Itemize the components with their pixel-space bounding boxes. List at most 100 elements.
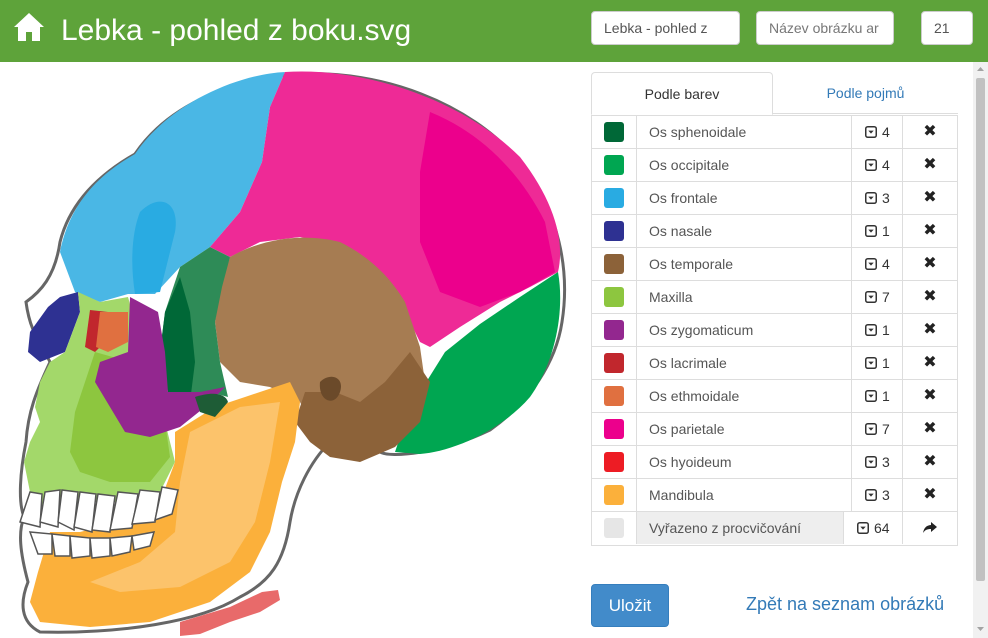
term-name-field[interactable]: Os occipitale	[637, 149, 852, 181]
term-name-field[interactable]: Os nasale	[637, 215, 852, 247]
term-count: 7	[882, 289, 890, 305]
remove-button[interactable]: ✖	[903, 347, 957, 379]
term-name-field[interactable]: Os frontale	[637, 182, 852, 214]
caret-square-down-icon	[865, 126, 877, 138]
home-icon[interactable]	[12, 10, 46, 44]
close-icon: ✖	[923, 189, 937, 206]
term-name-field[interactable]: Mandibula	[637, 479, 852, 511]
remove-button[interactable]: ✖	[903, 149, 957, 181]
remove-button[interactable]: ✖	[903, 413, 957, 445]
color-swatch[interactable]	[604, 386, 624, 406]
remove-button[interactable]: ✖	[903, 380, 957, 412]
vertical-scrollbar[interactable]	[973, 62, 988, 638]
legend-row: Os nasale 1 ✖	[592, 215, 957, 248]
term-count: 3	[882, 190, 890, 206]
term-count-input[interactable]	[921, 11, 973, 45]
caret-square-down-icon	[865, 390, 877, 402]
color-swatch[interactable]	[604, 485, 624, 505]
color-cell	[592, 281, 637, 313]
color-cell	[592, 512, 637, 544]
legend-row: Os ethmoidale 1 ✖	[592, 380, 957, 413]
close-icon: ✖	[923, 321, 937, 338]
term-count-dropdown[interactable]: 7	[852, 281, 903, 313]
color-cell	[592, 446, 637, 478]
term-count: 1	[882, 355, 890, 371]
scroll-up-arrow-icon[interactable]	[973, 62, 988, 76]
term-name-field[interactable]: Os temporale	[637, 248, 852, 280]
term-name-field[interactable]: Os sphenoidale	[637, 116, 852, 148]
term-count-dropdown[interactable]: 3	[852, 446, 903, 478]
term-count: 3	[882, 454, 890, 470]
color-swatch[interactable]	[604, 221, 624, 241]
color-swatch[interactable]	[604, 188, 624, 208]
caret-square-down-icon	[857, 522, 869, 534]
term-name-field[interactable]: Os hyoideum	[637, 446, 852, 478]
remove-button[interactable]: ✖	[903, 116, 957, 148]
term-count-dropdown[interactable]: 4	[852, 248, 903, 280]
color-swatch[interactable]	[604, 419, 624, 439]
term-count-dropdown[interactable]: 4	[852, 149, 903, 181]
term-name-field[interactable]: Os parietale	[637, 413, 852, 445]
close-icon: ✖	[923, 156, 937, 173]
term-name-field[interactable]: Maxilla	[637, 281, 852, 313]
legend-row: Os hyoideum 3 ✖	[592, 446, 957, 479]
image-name-input[interactable]	[591, 11, 740, 45]
scrollbar-thumb[interactable]	[976, 78, 985, 581]
image-description-input[interactable]	[756, 11, 894, 45]
term-count: 3	[882, 487, 890, 503]
term-name-field[interactable]: Os ethmoidale	[637, 380, 852, 412]
term-count-dropdown[interactable]: 1	[852, 380, 903, 412]
tab-by-color[interactable]: Podle barev	[591, 72, 773, 115]
tab-by-term[interactable]: Podle pojmů	[773, 72, 958, 114]
caret-square-down-icon	[865, 258, 877, 270]
remove-button[interactable]: ✖	[903, 479, 957, 511]
color-swatch[interactable]	[604, 287, 624, 307]
color-swatch[interactable]	[604, 155, 624, 175]
term-name-field[interactable]: Os lacrimale	[637, 347, 852, 379]
remove-button[interactable]: ✖	[903, 281, 957, 313]
close-icon: ✖	[923, 453, 937, 470]
close-icon: ✖	[923, 354, 937, 371]
remove-button[interactable]: ✖	[903, 215, 957, 247]
close-icon: ✖	[923, 123, 937, 140]
term-count-dropdown[interactable]: 3	[852, 479, 903, 511]
color-swatch[interactable]	[604, 122, 624, 142]
close-icon: ✖	[923, 222, 937, 239]
term-count-dropdown[interactable]: 3	[852, 182, 903, 214]
term-count: 1	[882, 223, 890, 239]
color-cell	[592, 413, 637, 445]
caret-square-down-icon	[865, 324, 877, 336]
term-count-dropdown[interactable]: 1	[852, 215, 903, 247]
term-count-dropdown[interactable]: 7	[852, 413, 903, 445]
caret-square-down-icon	[865, 423, 877, 435]
color-swatch[interactable]	[604, 254, 624, 274]
color-cell	[592, 116, 637, 148]
remove-button[interactable]: ✖	[903, 446, 957, 478]
term-count-dropdown[interactable]: 1	[852, 314, 903, 346]
close-icon: ✖	[923, 387, 937, 404]
color-swatch[interactable]	[604, 353, 624, 373]
caret-square-down-icon	[865, 192, 877, 204]
scroll-down-arrow-icon[interactable]	[973, 622, 988, 636]
image-canvas[interactable]	[0, 62, 575, 638]
excluded-label: Vyřazeno z procvičování	[637, 512, 844, 544]
term-count-dropdown[interactable]: 1	[852, 347, 903, 379]
legend-row: Mandibula 3 ✖	[592, 479, 957, 512]
term-count-dropdown[interactable]: 4	[852, 116, 903, 148]
page-title: Lebka - pohled z boku.svg	[61, 14, 412, 47]
excluded-count-dropdown[interactable]: 64	[844, 512, 903, 544]
caret-square-down-icon	[865, 291, 877, 303]
legend-table: Os sphenoidale 4 ✖ Os occipitale 4 ✖ Os fronta…	[591, 115, 958, 546]
remove-button[interactable]: ✖	[903, 182, 957, 214]
color-swatch	[604, 518, 624, 538]
color-swatch[interactable]	[604, 320, 624, 340]
remove-button[interactable]: ✖	[903, 314, 957, 346]
back-to-list-link[interactable]: Zpět na seznam obrázků	[746, 594, 944, 615]
restore-button[interactable]	[903, 512, 957, 544]
legend-row: Os temporale 4 ✖	[592, 248, 957, 281]
remove-button[interactable]: ✖	[903, 248, 957, 280]
term-name-field[interactable]: Os zygomaticum	[637, 314, 852, 346]
term-count: 4	[882, 157, 890, 173]
color-swatch[interactable]	[604, 452, 624, 472]
save-button[interactable]: Uložit	[591, 584, 669, 627]
